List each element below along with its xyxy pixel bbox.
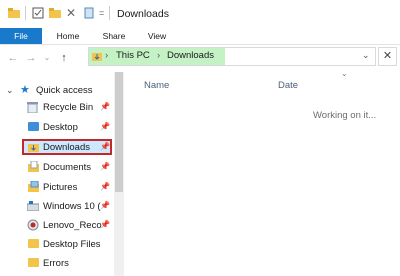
nav-item-desktop[interactable]: Desktop 📌 [0, 119, 114, 138]
breadcrumb-separator[interactable]: › [157, 49, 160, 63]
sort-indicator-icon: ⌄ [341, 69, 348, 78]
collapse-icon[interactable]: ⌄ [6, 85, 14, 96]
folder-icon [8, 7, 20, 19]
breadcrumb-separator[interactable]: › [105, 49, 108, 63]
properties-icon[interactable] [32, 7, 44, 19]
nav-item-label: Desktop Files [43, 239, 101, 250]
pin-icon: 📌 [100, 220, 110, 229]
rename-icon[interactable] [83, 7, 95, 19]
nav-item-downloads[interactable]: Downloads 📌 [0, 139, 114, 158]
tab-view[interactable]: View [142, 28, 172, 44]
folder-icon [28, 239, 39, 248]
documents-folder-icon [28, 160, 39, 175]
nav-item-label: Desktop [43, 122, 78, 133]
pin-icon: 📌 [100, 182, 110, 191]
star-icon: ★ [20, 84, 30, 96]
nav-item-label: Recycle Bin [43, 102, 94, 113]
quick-access-label[interactable]: Quick access [36, 85, 93, 96]
nav-item-pictures[interactable]: Pictures 📌 [0, 179, 114, 198]
nav-item-lenovo-recovery[interactable]: Lenovo_Reco 📌 [0, 217, 114, 236]
nav-item-label: Windows 10 ( [43, 201, 101, 212]
nav-scrollbar-thumb[interactable] [115, 72, 123, 192]
loading-status: Working on it... [313, 110, 377, 121]
recovery-drive-icon [27, 219, 39, 234]
nav-item-label: Errors [43, 258, 69, 269]
pin-icon: 📌 [100, 142, 110, 151]
downloads-folder-icon [28, 142, 39, 155]
downloads-folder-icon [92, 51, 102, 61]
nav-item-windows-drive[interactable]: Windows 10 ( 📌 [0, 198, 114, 217]
nav-item-errors[interactable]: Errors [0, 255, 114, 274]
recycle-bin-icon [27, 101, 38, 116]
pin-icon: 📌 [100, 122, 110, 131]
nav-item-label: Lenovo_Reco [43, 220, 102, 231]
nav-item-label: Documents [43, 162, 92, 173]
delete-icon[interactable]: ✕ [66, 7, 78, 19]
up-icon[interactable]: ↑ [57, 50, 71, 66]
nav-item-documents[interactable]: Documents 📌 [0, 159, 114, 178]
column-header-name[interactable]: Name [144, 80, 169, 91]
nav-item-recycle-bin[interactable]: Recycle Bin 📌 [0, 99, 114, 118]
pin-icon: 📌 [100, 102, 110, 111]
tab-share[interactable]: Share [98, 28, 130, 44]
new-folder-icon[interactable] [49, 7, 61, 19]
nav-item-desktop-files[interactable]: Desktop Files [0, 236, 114, 255]
column-header-date[interactable]: Date [278, 80, 298, 91]
tab-file[interactable]: File [0, 28, 42, 44]
tab-home[interactable]: Home [52, 28, 84, 44]
divider [25, 6, 26, 20]
forward-icon[interactable]: → [24, 50, 38, 66]
folder-icon [28, 258, 39, 267]
address-dropdown-icon[interactable]: ⌄ [362, 50, 370, 61]
pin-icon: 📌 [100, 162, 110, 171]
desktop-folder-icon [28, 122, 39, 131]
explorer-window: ✕ = Downloads File Home Share View ← → ⌄… [0, 0, 400, 276]
drive-icon [26, 201, 40, 214]
back-icon[interactable]: ← [6, 50, 20, 66]
breadcrumb-downloads[interactable]: Downloads [167, 49, 214, 63]
breadcrumb-this-pc[interactable]: This PC [116, 49, 150, 63]
divider [109, 6, 110, 20]
pictures-folder-icon [28, 180, 39, 195]
nav-item-label: Pictures [43, 182, 78, 193]
recent-locations-icon[interactable]: ⌄ [40, 50, 54, 66]
pin-icon: 📌 [100, 201, 110, 210]
nav-item-label: Downloads [43, 142, 90, 153]
cancel-load-icon[interactable]: ✕ [378, 47, 397, 66]
window-title: Downloads [117, 8, 169, 20]
customize-toolbar-icon[interactable]: = [99, 8, 104, 18]
